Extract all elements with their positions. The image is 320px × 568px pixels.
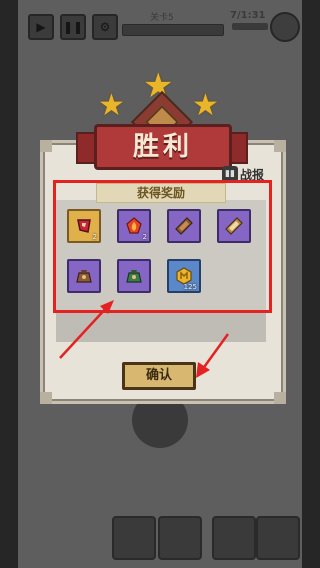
panel-corner bbox=[274, 392, 286, 404]
panel-corner bbox=[40, 392, 52, 404]
rewards-highlight-box bbox=[53, 180, 272, 313]
confirm-button[interactable]: 确认 bbox=[122, 362, 196, 390]
skill-slot-icon[interactable] bbox=[256, 516, 300, 560]
star-icon: ★ bbox=[192, 88, 219, 123]
victory-title: 胜利 bbox=[132, 132, 193, 162]
skill-slot-icon[interactable] bbox=[158, 516, 202, 560]
skill-slot-icon[interactable] bbox=[212, 516, 256, 560]
panel-corner bbox=[40, 140, 52, 152]
skill-slot-icon[interactable] bbox=[112, 516, 156, 560]
panel-corner bbox=[274, 140, 286, 152]
rewards-area-footer bbox=[56, 312, 266, 342]
star-icon: ★ bbox=[98, 88, 125, 123]
